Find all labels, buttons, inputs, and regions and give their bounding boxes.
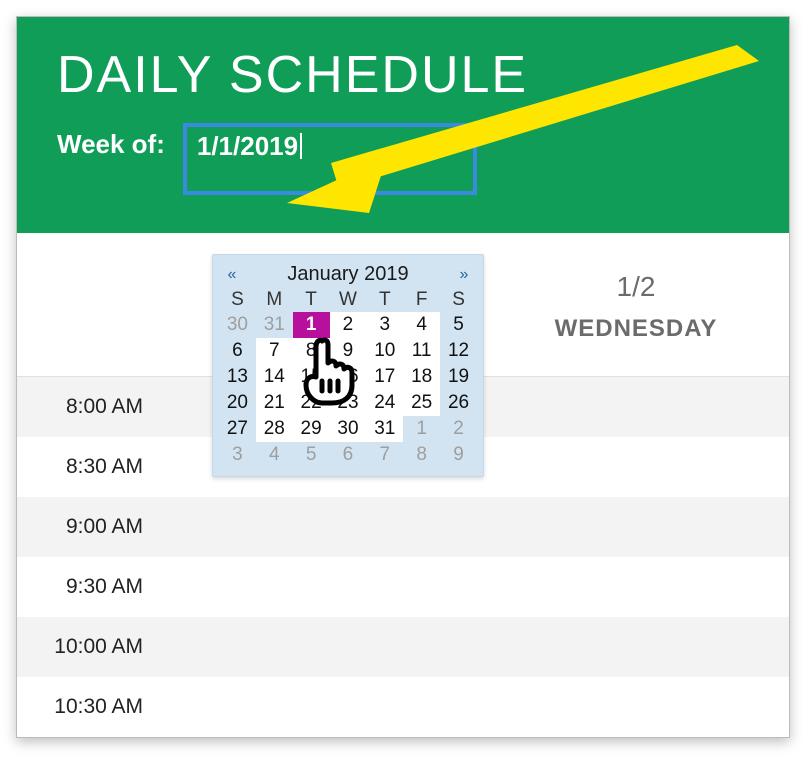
datepicker-day-cell[interactable]: 2	[440, 416, 477, 442]
datepicker-week-row: 20212223242526	[219, 390, 477, 416]
week-of-label: Week of:	[57, 123, 165, 160]
day-column-wednesday: 1/2 WEDNESDAY	[481, 237, 790, 376]
datepicker-day-cell[interactable]: 26	[440, 390, 477, 416]
datepicker-day-cell[interactable]: 14	[256, 364, 293, 390]
schedule-cell[interactable]	[481, 437, 790, 497]
datepicker-day-cell[interactable]: 24	[366, 390, 403, 416]
datepicker-day-cell[interactable]: 28	[256, 416, 293, 442]
datepicker-day-cell[interactable]: 30	[330, 416, 367, 442]
datepicker-day-cell[interactable]: 3	[219, 442, 256, 468]
datepicker-day-cell[interactable]: 30	[219, 312, 256, 338]
datepicker-day-cell[interactable]: 16	[330, 364, 367, 390]
datepicker-day-cell[interactable]: 23	[330, 390, 367, 416]
datepicker-day-cell[interactable]: 7	[256, 338, 293, 364]
datepicker-day-cell[interactable]: 8	[403, 442, 440, 468]
schedule-cell[interactable]	[481, 677, 790, 737]
datepicker-week-row: 303112345	[219, 312, 477, 338]
schedule-cell[interactable]	[481, 377, 790, 437]
schedule-cell[interactable]	[177, 497, 481, 557]
datepicker-header: « January 2019 »	[219, 261, 477, 288]
datepicker-popup[interactable]: « January 2019 » S M T W T F S 303112345…	[212, 254, 484, 477]
header: DAILY SCHEDULE Week of: 1/1/2019	[17, 17, 789, 237]
time-label: 9:00 AM	[17, 515, 177, 539]
datepicker-day-cell[interactable]: 6	[219, 338, 256, 364]
datepicker-day-cell[interactable]: 4	[256, 442, 293, 468]
dow-header: S	[440, 288, 477, 312]
dow-header: T	[366, 288, 403, 312]
datepicker-day-cell[interactable]: 17	[366, 364, 403, 390]
datepicker-day-cell[interactable]: 1	[403, 416, 440, 442]
datepicker-day-cell[interactable]: 2	[330, 312, 367, 338]
schedule-cell[interactable]	[481, 497, 790, 557]
time-slot: 9:30 AM	[17, 557, 789, 617]
week-of-row: Week of: 1/1/2019	[57, 123, 749, 195]
time-slot: 9:00 AM	[17, 497, 789, 557]
datepicker-prev-button[interactable]: «	[223, 266, 241, 284]
datepicker-day-cell[interactable]: 31	[366, 416, 403, 442]
schedule-cell[interactable]	[481, 617, 790, 677]
datepicker-day-cell[interactable]: 15	[293, 364, 330, 390]
time-label: 8:00 AM	[17, 395, 177, 419]
datepicker-day-cell[interactable]: 10	[366, 338, 403, 364]
datepicker-dow-row: S M T W T F S	[219, 288, 477, 312]
datepicker-day-cell[interactable]: 29	[293, 416, 330, 442]
week-of-input[interactable]: 1/1/2019	[183, 123, 477, 195]
datepicker-day-cell[interactable]: 5	[440, 312, 477, 338]
schedule-frame: DAILY SCHEDULE Week of: 1/1/2019 1/1 TUE…	[16, 16, 790, 738]
datepicker-day-cell[interactable]: 18	[403, 364, 440, 390]
datepicker-day-cell[interactable]: 9	[440, 442, 477, 468]
datepicker-day-cell[interactable]: 12	[440, 338, 477, 364]
page-title: DAILY SCHEDULE	[57, 45, 749, 105]
datepicker-day-cell[interactable]: 19	[440, 364, 477, 390]
datepicker-day-cell[interactable]: 1	[293, 312, 330, 338]
time-slot: 10:00 AM	[17, 617, 789, 677]
datepicker-week-row: 6789101112	[219, 338, 477, 364]
datepicker-day-cell[interactable]: 5	[293, 442, 330, 468]
datepicker-day-cell[interactable]: 21	[256, 390, 293, 416]
datepicker-next-button[interactable]: »	[455, 266, 473, 284]
schedule-cell[interactable]	[177, 617, 481, 677]
datepicker-week-row: 13141516171819	[219, 364, 477, 390]
datepicker-week-row: 3456789	[219, 442, 477, 468]
datepicker-day-cell[interactable]: 25	[403, 390, 440, 416]
time-slot: 10:30 AM	[17, 677, 789, 737]
datepicker-day-cell[interactable]: 31	[256, 312, 293, 338]
datepicker-day-cell[interactable]: 4	[403, 312, 440, 338]
datepicker-month-label[interactable]: January 2019	[287, 263, 408, 286]
datepicker-day-cell[interactable]: 27	[219, 416, 256, 442]
datepicker-day-cell[interactable]: 9	[330, 338, 367, 364]
day-name: WEDNESDAY	[555, 315, 718, 343]
time-label: 8:30 AM	[17, 455, 177, 479]
dow-header: F	[403, 288, 440, 312]
schedule-cell[interactable]	[481, 557, 790, 617]
day-date: 1/2	[617, 271, 656, 303]
datepicker-grid: S M T W T F S 30311234567891011121314151…	[219, 288, 477, 468]
dow-header: T	[293, 288, 330, 312]
datepicker-day-cell[interactable]: 8	[293, 338, 330, 364]
datepicker-day-cell[interactable]: 6	[330, 442, 367, 468]
time-label: 10:30 AM	[17, 695, 177, 719]
datepicker-day-cell[interactable]: 20	[219, 390, 256, 416]
time-gutter-header	[17, 237, 177, 376]
dow-header: M	[256, 288, 293, 312]
schedule-cell[interactable]	[177, 557, 481, 617]
datepicker-day-cell[interactable]: 22	[293, 390, 330, 416]
dow-header: S	[219, 288, 256, 312]
datepicker-week-row: 272829303112	[219, 416, 477, 442]
time-label: 9:30 AM	[17, 575, 177, 599]
week-of-value: 1/1/2019	[197, 131, 298, 161]
datepicker-day-cell[interactable]: 3	[366, 312, 403, 338]
dow-header: W	[330, 288, 367, 312]
schedule-cell[interactable]	[177, 677, 481, 737]
datepicker-day-cell[interactable]: 11	[403, 338, 440, 364]
datepicker-day-cell[interactable]: 7	[366, 442, 403, 468]
text-cursor-icon	[300, 133, 302, 159]
time-label: 10:00 AM	[17, 635, 177, 659]
datepicker-day-cell[interactable]: 13	[219, 364, 256, 390]
